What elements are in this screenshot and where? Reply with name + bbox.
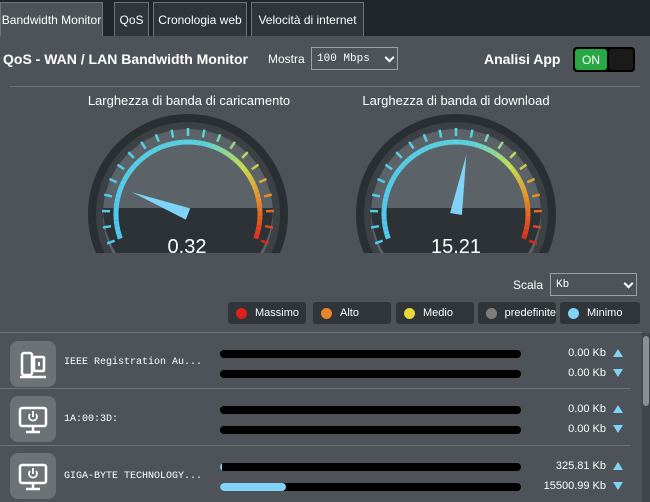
legend-item-massimo: Massimo xyxy=(228,302,306,324)
scale-select-value: Kb xyxy=(556,278,570,291)
list-item: IEEE Registration Au... 0.00 Kb 0.00 Kb xyxy=(0,333,630,389)
show-select[interactable]: 100 Mbps xyxy=(311,47,398,70)
arrow-up-icon xyxy=(613,405,623,413)
show-select-value: 100 Mbps xyxy=(317,52,370,65)
legend-dot xyxy=(568,307,579,319)
device-name: IEEE Registration Au... xyxy=(64,357,203,368)
chevron-down-icon xyxy=(623,278,634,289)
upload-rate: 0.00 Kb xyxy=(568,403,606,415)
download-gauge-label: Larghezza di banda di download xyxy=(362,93,550,108)
download-rate: 0.00 Kb xyxy=(568,423,606,435)
legend-dot xyxy=(404,307,415,319)
divider xyxy=(10,86,640,87)
monitor-power-icon[interactable] xyxy=(10,396,56,442)
download-bar xyxy=(220,426,521,434)
download-bar xyxy=(220,370,521,378)
app-analysis-toggle[interactable]: ON xyxy=(573,47,635,72)
arrow-down-icon xyxy=(613,482,623,490)
legend-item-predefinite: predefinite xyxy=(478,302,556,324)
device-name: GIGA-BYTE TECHNOLOGY... xyxy=(64,471,203,482)
tab-bar: Bandwidth Monitor QoS Cronologia web Vel… xyxy=(0,0,650,36)
list-item: GIGA-BYTE TECHNOLOGY... 325.81 Kb 15500.… xyxy=(0,447,630,502)
scale-select[interactable]: Kb xyxy=(550,273,637,296)
tab-internet-speed[interactable]: Velocità di internet xyxy=(251,2,364,36)
page-title: QoS - WAN / LAN Bandwidth Monitor xyxy=(3,51,248,67)
upload-rate: 0.00 Kb xyxy=(568,347,606,359)
legend-item-alto: Alto xyxy=(313,302,391,324)
tab-web-history[interactable]: Cronologia web xyxy=(153,2,247,36)
upload-bar xyxy=(220,406,521,414)
legend-dot xyxy=(321,307,332,319)
legend-label: Alto xyxy=(340,307,359,319)
legend-item-medio: Medio xyxy=(396,302,474,324)
legend-item-minimo: Minimo xyxy=(560,302,640,324)
legend-dot xyxy=(486,307,497,319)
scale-label: Scala xyxy=(513,278,544,292)
scrollbar-thumb[interactable] xyxy=(643,336,649,406)
download-bar xyxy=(220,483,521,491)
scrollbar[interactable] xyxy=(642,333,650,502)
monitor-power-icon[interactable] xyxy=(10,453,56,499)
arrow-up-icon xyxy=(613,462,623,470)
upload-rate: 325.81 Kb xyxy=(555,460,606,472)
chevron-down-icon xyxy=(384,52,395,63)
show-label: Mostra xyxy=(268,52,305,66)
arrow-up-icon xyxy=(613,349,623,357)
legend-label: predefinite xyxy=(504,307,556,319)
list-item: 1A:00:3D: 0.00 Kb 0.00 Kb xyxy=(0,390,630,446)
download-gauge-value: 15.21 xyxy=(430,236,482,258)
legend-label: Minimo xyxy=(587,307,623,319)
toggle-knob xyxy=(609,49,633,70)
device-icon[interactable] xyxy=(10,341,56,387)
download-rate: 0.00 Kb xyxy=(568,367,606,379)
toggle-on-label: ON xyxy=(575,49,607,70)
legend-label: Massimo xyxy=(255,307,300,319)
arrow-down-icon xyxy=(613,425,623,433)
tab-qos[interactable]: QoS xyxy=(114,2,149,36)
device-list: IEEE Registration Au... 0.00 Kb 0.00 Kb … xyxy=(0,332,642,502)
upload-gauge-value: 0.32 xyxy=(167,236,207,258)
tab-bandwidth-monitor[interactable]: Bandwidth Monitor xyxy=(0,2,103,36)
device-name: 1A:00:3D: xyxy=(64,414,119,425)
download-rate: 15500.99 Kb xyxy=(543,480,606,492)
arrow-down-icon xyxy=(613,369,623,377)
legend-dot xyxy=(236,307,247,319)
upload-gauge-label: Larghezza di banda di caricamento xyxy=(87,93,291,108)
app-analysis-label: Analisi App xyxy=(484,51,561,67)
legend-label: Medio xyxy=(423,307,453,319)
upload-bar xyxy=(220,350,521,358)
upload-bar xyxy=(220,463,521,471)
